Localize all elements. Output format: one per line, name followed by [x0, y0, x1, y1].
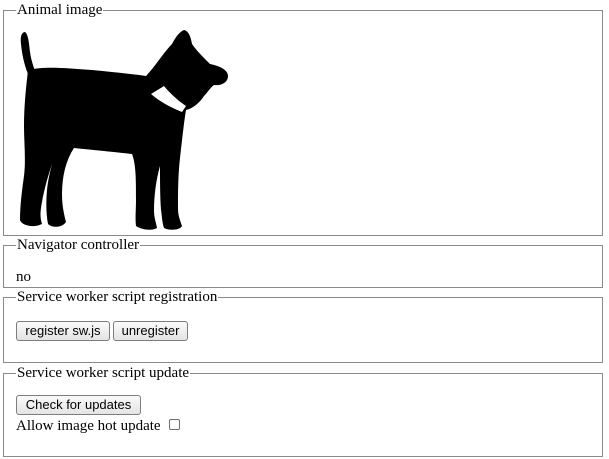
navigator-controller-legend: Navigator controller	[17, 237, 140, 253]
sw-update-fieldset: Service worker script update Check for u…	[3, 365, 603, 457]
register-sw-button[interactable]: register sw.js	[16, 321, 110, 341]
dog-silhouette-icon	[14, 30, 229, 232]
navigator-controller-fieldset: Navigator controller no	[3, 237, 603, 288]
animal-image-fieldset: Animal image	[3, 2, 603, 236]
sw-update-legend: Service worker script update	[17, 365, 190, 381]
hot-update-label: Allow image hot update	[16, 418, 161, 434]
check-for-updates-button[interactable]: Check for updates	[16, 395, 141, 415]
hot-update-checkbox[interactable]	[168, 419, 180, 430]
sw-registration-fieldset: Service worker script registration regis…	[3, 289, 603, 363]
sw-registration-legend: Service worker script registration	[17, 289, 218, 305]
animal-image-legend: Animal image	[17, 2, 103, 18]
unregister-button[interactable]: unregister	[113, 321, 188, 341]
controller-status-value: no	[16, 269, 31, 285]
hot-update-row: Allow image hot update	[16, 418, 180, 435]
